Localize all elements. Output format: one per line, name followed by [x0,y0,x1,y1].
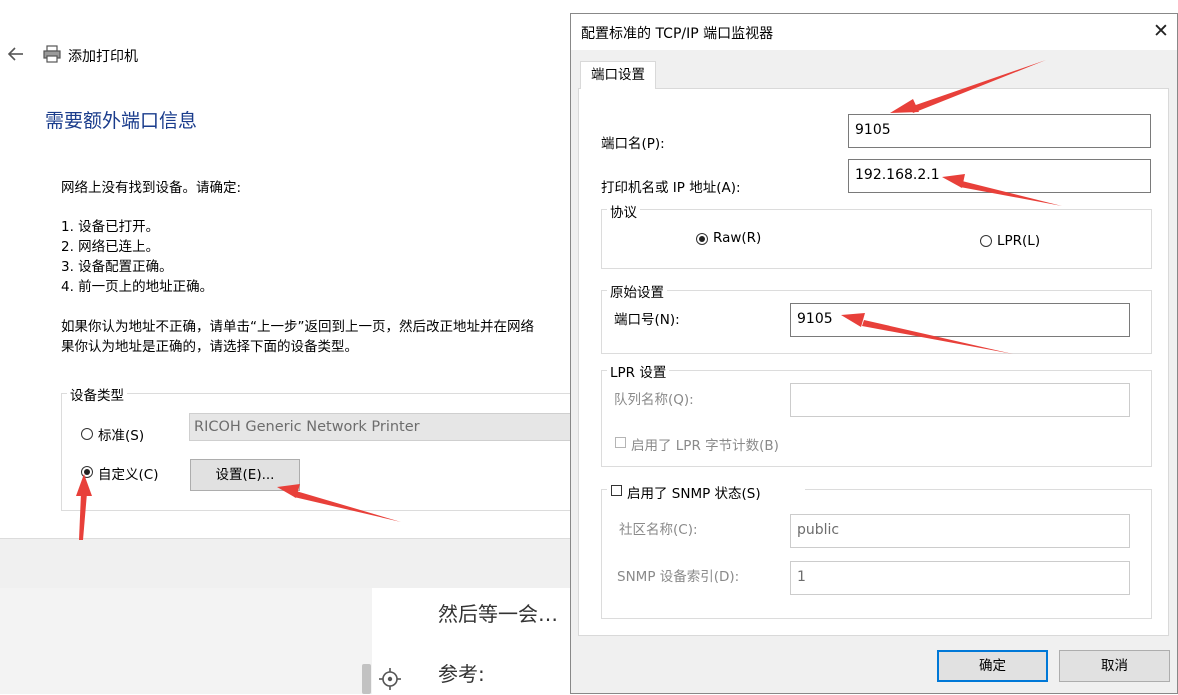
lpr-settings-legend: LPR 设置 [607,361,670,381]
queue-name-input[interactable] [790,383,1130,417]
raw-settings-legend: 原始设置 [607,281,667,301]
snmp-label[interactable]: 启用了 SNMP 状态(S) [627,482,761,502]
wizard-title: 添加打印机 [68,49,138,65]
host-label: 打印机名或 IP 地址(A): [601,180,741,196]
wizard-footer [0,538,590,588]
custom-radio[interactable] [81,466,93,478]
printer-icon [42,44,62,64]
tcpip-port-dialog: 配置标准的 TCP/IP 端口监视器 ✕ 端口设置 端口名(P): 9105 打… [570,13,1178,694]
protocol-group [601,209,1152,269]
lpr-byte-count-checkbox[interactable] [615,437,626,448]
snmp-group [601,489,1152,619]
note-text: 果你认为地址是正确的，请选择下面的设备类型。 [61,339,358,355]
device-index-label: SNMP 设备索引(D): [617,569,740,585]
checklist-item: 3. 设备配置正确。 [61,259,173,275]
snmp-checkbox[interactable] [611,485,622,496]
background-text: 参考: [438,662,485,686]
device-type-legend: 设备类型 [67,384,127,404]
raw-radio[interactable] [696,233,708,245]
background-panel [0,588,372,694]
background-text: 然后等一会… [438,602,558,626]
lpr-radio[interactable] [980,235,992,247]
add-printer-wizard: 添加打印机 需要额外端口信息 网络上没有找到设备。请确定: 1. 设备已打开。 … [0,0,590,588]
standard-radio[interactable] [81,428,93,440]
checklist-item: 4. 前一页上的地址正确。 [61,279,214,295]
raw-radio-label[interactable]: Raw(R) [713,230,761,246]
port-name-input[interactable]: 9105 [848,114,1151,148]
checklist-item: 2. 网络已连上。 [61,239,160,255]
snmp-legend: 启用了 SNMP 状态(S) [607,480,805,502]
note-text: 如果你认为地址不正确，请单击“上一步”返回到上一页，然后改正地址并在网络 [61,319,534,335]
port-name-label: 端口名(P): [601,136,665,152]
device-index-input[interactable]: 1 [790,561,1130,595]
tab-panel: 端口名(P): 9105 打印机名或 IP 地址(A): 192.168.2.1… [578,88,1169,636]
port-number-label: 端口号(N): [614,312,680,328]
queue-name-label: 队列名称(Q): [614,392,694,408]
port-number-input[interactable]: 9105 [790,303,1130,337]
settings-button[interactable]: 设置(E)... [190,459,300,491]
intro-text: 网络上没有找到设备。请确定: [61,180,242,196]
lpr-byte-count-label[interactable]: 启用了 LPR 字节计数(B) [631,434,779,454]
tab-port-settings[interactable]: 端口设置 [580,61,656,89]
host-input[interactable]: 192.168.2.1 [848,159,1151,193]
standard-device-select[interactable]: RICOH Generic Network Printer [189,413,590,441]
lpr-radio-label[interactable]: LPR(L) [997,233,1040,249]
ok-button[interactable]: 确定 [937,650,1048,682]
back-arrow-icon[interactable] [6,44,26,64]
device-type-group [61,393,590,511]
crosshair-icon[interactable] [378,667,402,691]
community-input[interactable]: public [790,514,1130,548]
community-label: 社区名称(C): [619,522,698,538]
custom-radio-label[interactable]: 自定义(C) [98,463,158,483]
dialog-title: 配置标准的 TCP/IP 端口监视器 [581,26,774,42]
background-scrollbar[interactable] [362,664,371,694]
page-heading: 需要额外端口信息 [45,110,198,132]
close-icon[interactable]: ✕ [1149,19,1173,43]
protocol-legend: 协议 [607,201,640,221]
standard-radio-label[interactable]: 标准(S) [98,424,144,444]
cancel-button[interactable]: 取消 [1059,650,1170,682]
checklist-item: 1. 设备已打开。 [61,219,160,235]
